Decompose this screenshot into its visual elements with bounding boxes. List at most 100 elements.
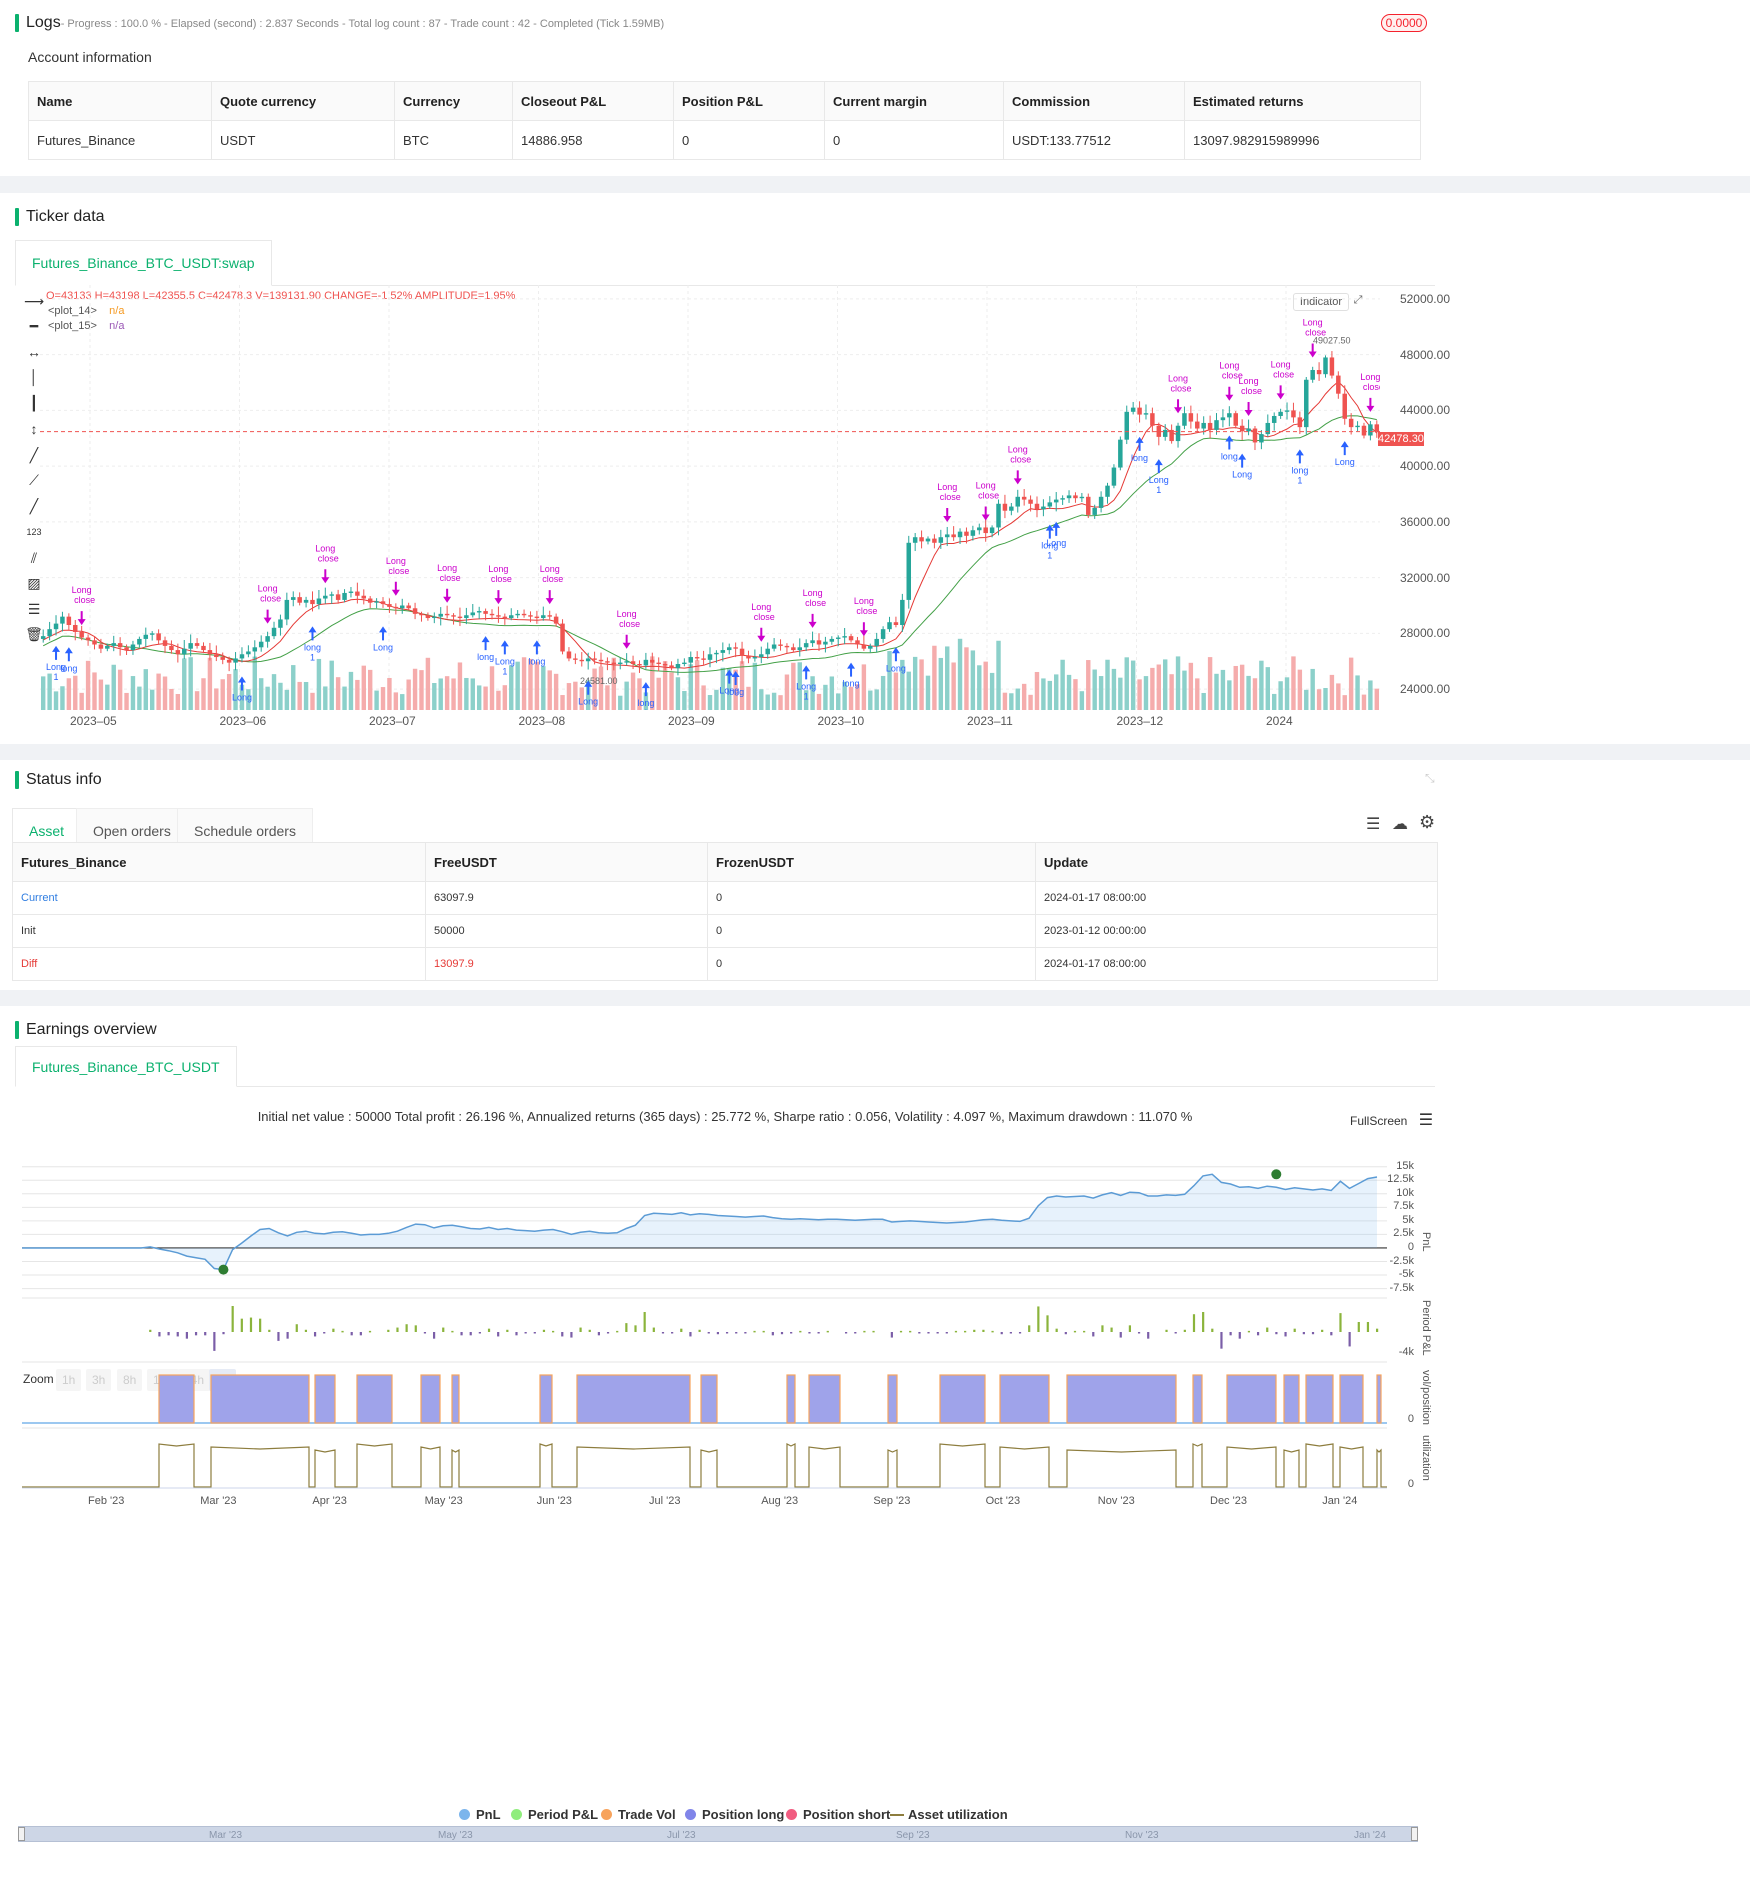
candle-body [489,613,495,616]
volume-bar [1297,669,1303,710]
volume-bar [1220,669,1226,710]
volume-bar [1105,659,1110,710]
navigator-left-handle[interactable] [18,1827,25,1841]
collapse-icon[interactable]: ⤡ [1425,771,1435,786]
candle-body [983,527,988,534]
volume-bar [432,683,437,710]
ticker-title: Ticker data [26,208,105,225]
legend-period-pnl[interactable]: Period P&L [511,1807,598,1822]
pnl-chart[interactable] [22,1164,1417,1504]
earnings-x-tick: Nov '23 [1097,1495,1135,1507]
candle-body [1143,413,1149,415]
period-pnl-bar [1064,1332,1067,1335]
volume-bar [1214,673,1219,710]
candle-body [432,616,437,619]
volume-bar [476,685,482,710]
tab-earnings-pair[interactable]: Futures_Binance_BTC_USDT [15,1046,237,1087]
volume-bar [303,681,309,710]
legend-position-long[interactable]: Position long [685,1807,784,1822]
candle-body [175,650,181,655]
candle-body [367,598,373,603]
volume-bar [1207,657,1213,710]
close-marker-label: close [940,492,961,502]
candle-body [771,644,777,649]
position-long-block [999,1374,1050,1424]
candle-body [124,647,129,651]
sell-arrow-icon [545,590,554,605]
position-long-block [451,1374,460,1424]
period-pnl-bar [1183,1329,1186,1332]
volume-bar [1111,668,1117,710]
candle-body [1028,499,1033,504]
navigator-right-handle[interactable] [1411,1827,1418,1841]
cell-commission: USDT:133.77512 [1003,120,1185,160]
volume-bar [1086,660,1091,710]
volume-bar [1316,689,1322,710]
period-pnl-bar [1357,1322,1360,1332]
asset-table: Futures_Binance FreeUSDT FrozenUSDT Upda… [12,842,1438,981]
candle-body [669,665,674,669]
period-pnl-bar [1266,1327,1269,1332]
candle-body [932,538,937,543]
position-long-block [314,1374,336,1424]
candle-body [419,613,424,616]
period-pnl-bar [231,1306,234,1332]
legend-trade-vol[interactable]: Trade Vol [601,1807,676,1822]
period-pnl-bar [149,1329,152,1332]
period-pnl-bar [487,1328,491,1332]
volume-bar [1092,669,1097,710]
cell-estimated-returns: 13097.982915989996 [1184,120,1421,160]
candle-body [226,659,232,663]
period-pnl-bar [1330,1332,1333,1336]
volume-bar [1028,694,1033,710]
volume-bar [1188,662,1194,710]
long-marker-label: Long [437,563,457,573]
volume-bar [1374,688,1379,710]
buy-arrow-icon [1340,441,1349,456]
candle-body [592,658,597,660]
navigator-tick: Jan '24 [1354,1830,1386,1841]
candle-body [951,534,956,538]
candle-body [310,599,315,605]
fullscreen-button[interactable]: FullScreen ☰ [1350,1110,1433,1130]
volume-bar [1021,683,1027,710]
candle-body [1259,434,1264,443]
candle-body [938,537,944,543]
list-icon[interactable]: ☰ [1366,814,1380,834]
period-pnl-bar [368,1330,372,1333]
candle-body [739,648,745,656]
period-pnl-bar [451,1330,454,1333]
menu-icon[interactable]: ☰ [1419,1112,1433,1129]
candle-body [117,643,123,648]
candle-body [265,636,270,642]
position-long-block [356,1374,393,1424]
candle-body [502,616,508,619]
candle-body [1201,422,1206,429]
pnl-tick-label: -7.5k [1389,1281,1414,1294]
candle-body [919,537,924,542]
logs-accent [15,14,19,32]
tab-ticker-swap[interactable]: Futures_Binance_BTC_USDT:swap [15,240,272,286]
table-row: Diff 13097.9 0 2024-01-17 08:00:00 [12,947,1438,981]
buy-arrow-icon [532,640,541,655]
price-axis: 52000.00 48000.00 44000.00 40000.00 36000.00… [1380,285,1450,710]
volume-bar [355,679,360,710]
legend-pnl[interactable]: PnL [459,1807,501,1822]
legend-asset-utilization[interactable]: Asset utilization [890,1807,1008,1822]
buy-marker-label: Long [495,656,515,666]
candlestick-chart[interactable]: 49027.5024581.00Long1longLonglong1Longlo… [40,285,1380,710]
candle-body [329,594,334,596]
cloud-download-icon[interactable]: ☁ [1392,814,1408,834]
candle-body [451,615,456,617]
candle-body [682,662,687,665]
volume-bar [1201,692,1206,710]
volume-bar [470,678,475,710]
candle-body [79,631,84,638]
candle-body [701,658,706,660]
ticker-x-tick: 2023–05 [70,714,117,728]
candle-body [271,627,277,637]
legend-position-short[interactable]: Position short [786,1807,890,1822]
settings-icon[interactable]: ⚙ [1419,812,1435,833]
volume-bar [861,664,867,710]
candle-body [1227,413,1232,418]
